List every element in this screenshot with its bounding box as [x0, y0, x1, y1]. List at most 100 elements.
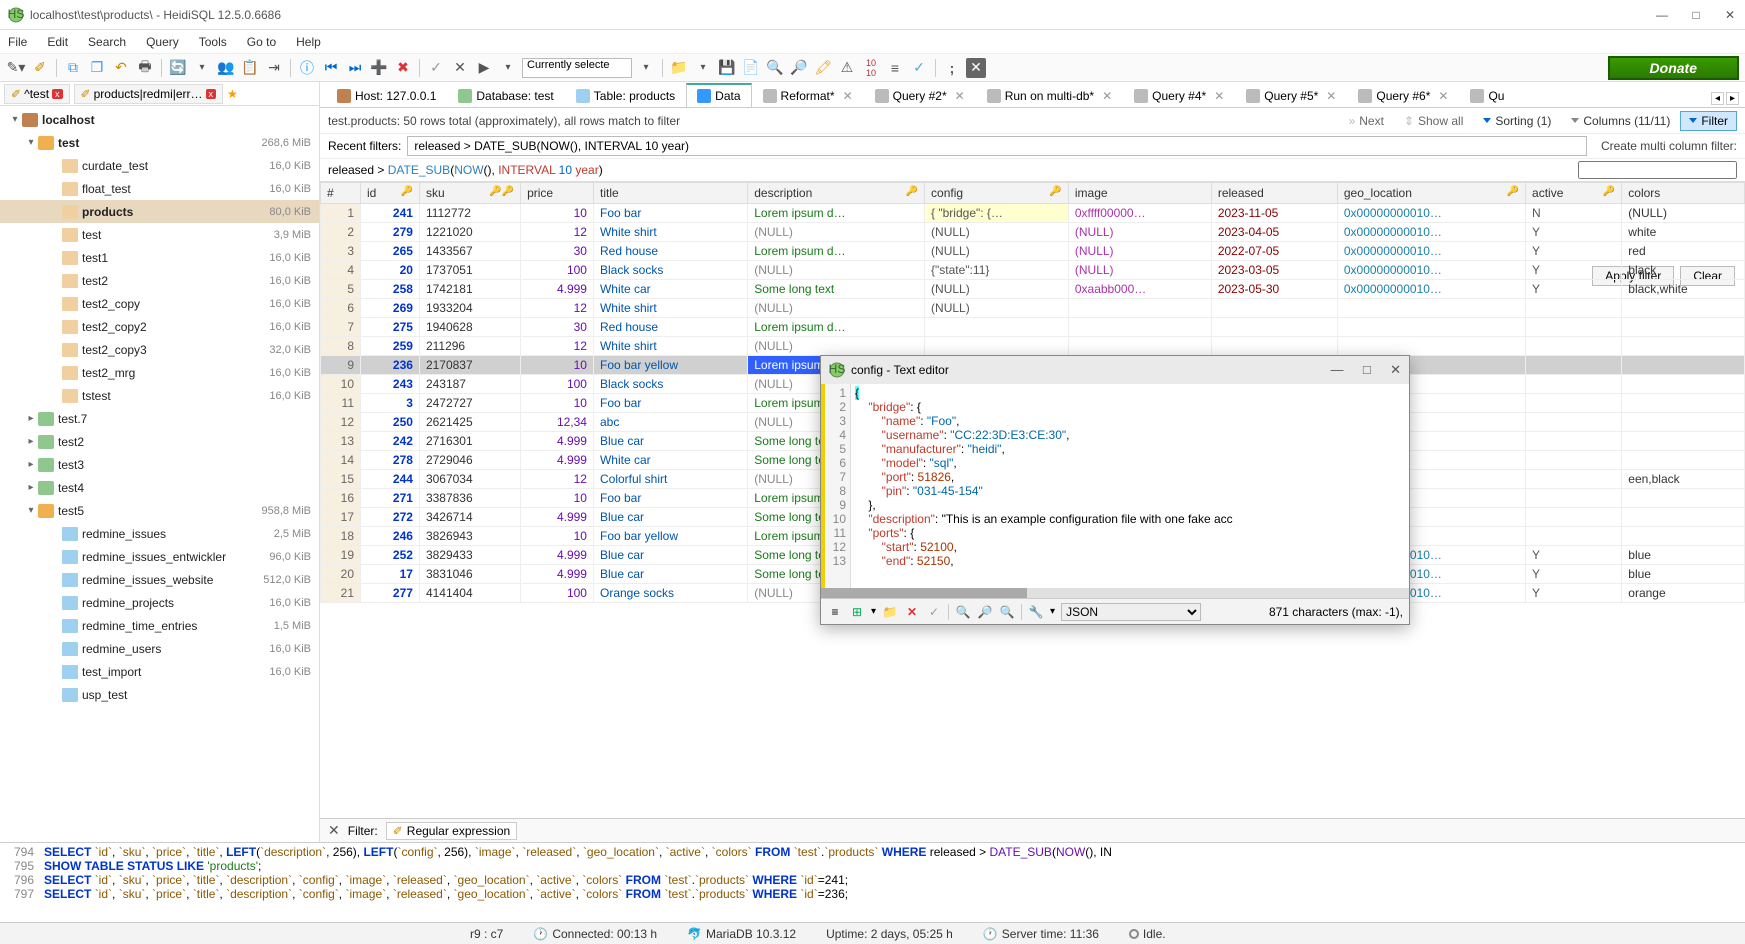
- column-header[interactable]: geo_location🔑: [1337, 183, 1525, 204]
- next-page-button[interactable]: »Next: [1349, 114, 1384, 128]
- zoom-reset-icon[interactable]: 🔎: [977, 605, 993, 619]
- tree-item[interactable]: redmine_users16,0 KiB: [0, 637, 319, 660]
- menu-search[interactable]: Search: [88, 35, 126, 49]
- db-tree[interactable]: ▾localhost▾test268,6 MiBcurdate_test16,0…: [0, 106, 319, 842]
- stop-icon[interactable]: ✕: [966, 58, 986, 78]
- column-header[interactable]: sku🔑🔑: [419, 183, 520, 204]
- format-icon[interactable]: ✓: [909, 58, 929, 78]
- maximize-button[interactable]: □: [1689, 8, 1703, 22]
- content-tab[interactable]: Database: test: [447, 84, 564, 107]
- export-icon[interactable]: ⇥: [264, 58, 284, 78]
- tree-item[interactable]: test2_copy216,0 KiB: [0, 315, 319, 338]
- delete-icon[interactable]: ✖: [393, 58, 413, 78]
- close-icon[interactable]: x: [206, 89, 217, 99]
- column-header[interactable]: #: [321, 183, 361, 204]
- run-target-combo[interactable]: Currently selecte: [522, 58, 632, 78]
- folder-dropdown[interactable]: ▾: [693, 58, 713, 78]
- menu-edit[interactable]: Edit: [47, 35, 68, 49]
- table-row[interactable]: 3 265 1433567 30 Red house Lorem ipsum d…: [321, 242, 1745, 261]
- close-icon[interactable]: ✕: [1102, 89, 1112, 103]
- tree-item[interactable]: test_import16,0 KiB: [0, 660, 319, 683]
- tree-item[interactable]: ▾test268,6 MiB: [0, 131, 319, 154]
- menu-help[interactable]: Help: [296, 35, 321, 49]
- tree-item[interactable]: redmine_issues_website512,0 KiB: [0, 568, 319, 591]
- tree-item[interactable]: ▸test4: [0, 476, 319, 499]
- next-icon[interactable]: ⏭: [345, 58, 365, 78]
- column-header[interactable]: config🔑: [925, 183, 1069, 204]
- format-select[interactable]: JSON: [1061, 603, 1201, 621]
- tree-item[interactable]: ▾test5958,8 MiB: [0, 499, 319, 522]
- find-icon[interactable]: 🔍: [765, 58, 785, 78]
- menu-go-to[interactable]: Go to: [247, 35, 276, 49]
- tree-item[interactable]: products80,0 KiB: [0, 200, 319, 223]
- snippet-icon[interactable]: 📄: [741, 58, 761, 78]
- table-row[interactable]: 4 20 1737051 100 Black socks (NULL) {"st…: [321, 261, 1745, 280]
- save-icon[interactable]: 💾: [717, 58, 737, 78]
- column-header[interactable]: description🔑: [748, 183, 925, 204]
- filter-dropdown[interactable]: Filter: [1680, 111, 1737, 131]
- table-row[interactable]: 2 279 1221020 12 White shirt (NULL) (NUL…: [321, 223, 1745, 242]
- menu-tools[interactable]: Tools: [199, 35, 227, 49]
- sorting-dropdown[interactable]: Sorting (1): [1483, 114, 1551, 128]
- wrench-icon[interactable]: 🔧: [1028, 605, 1044, 619]
- tree-item[interactable]: test2_copy332,0 KiB: [0, 338, 319, 361]
- content-tab[interactable]: Reformat*✕: [752, 84, 864, 107]
- columns-dropdown[interactable]: Columns (11/11): [1571, 114, 1670, 128]
- tree-item[interactable]: redmine_time_entries1,5 MiB: [0, 614, 319, 637]
- tree-item[interactable]: redmine_issues2,5 MiB: [0, 522, 319, 545]
- tree-item[interactable]: ▸test.7: [0, 407, 319, 430]
- star-icon[interactable]: ★: [227, 87, 238, 101]
- apply-editor-icon[interactable]: ✓: [926, 605, 942, 619]
- check-icon[interactable]: ✓: [426, 58, 446, 78]
- zoom-out-icon[interactable]: 🔍: [955, 605, 971, 619]
- table-row[interactable]: 1 241 1112772 10 Foo bar Lorem ipsum d… …: [321, 204, 1745, 223]
- popup-title-bar[interactable]: HS config - Text editor — □ ✕: [821, 356, 1409, 384]
- menu-file[interactable]: File: [8, 35, 27, 49]
- tree-item[interactable]: usp_test: [0, 683, 319, 706]
- regex-toggle[interactable]: ✐Regular expression: [386, 822, 517, 840]
- wrap-icon[interactable]: ≡: [827, 605, 843, 619]
- multi-column-input[interactable]: [1578, 161, 1737, 179]
- column-header[interactable]: price: [521, 183, 594, 204]
- table-row[interactable]: 8 259 211296 12 White shirt (NULL): [321, 337, 1745, 356]
- tab-scroll-left[interactable]: ◂: [1711, 92, 1724, 105]
- popup-hscrollbar[interactable]: [821, 588, 1409, 598]
- session-tab[interactable]: ✐ ^test x: [4, 84, 70, 104]
- tab-scroll-right[interactable]: ▸: [1726, 92, 1739, 105]
- pencil-icon[interactable]: ✐: [30, 58, 50, 78]
- content-tab[interactable]: Query #4*✕: [1123, 84, 1235, 107]
- add-icon[interactable]: ➕: [369, 58, 389, 78]
- tree-item[interactable]: test216,0 KiB: [0, 269, 319, 292]
- popup-minimize-button[interactable]: —: [1331, 362, 1344, 377]
- close-button[interactable]: ✕: [1723, 8, 1737, 22]
- tree-item[interactable]: redmine_projects16,0 KiB: [0, 591, 319, 614]
- popup-maximize-button[interactable]: □: [1363, 362, 1371, 377]
- tree-item[interactable]: test2_copy16,0 KiB: [0, 292, 319, 315]
- binary-icon[interactable]: 1010: [861, 58, 881, 78]
- run-dropdown-icon[interactable]: ▾: [498, 58, 518, 78]
- semicolon-icon[interactable]: ;: [942, 58, 962, 78]
- tree-item[interactable]: float_test16,0 KiB: [0, 177, 319, 200]
- user-manager-icon[interactable]: 👥: [216, 58, 236, 78]
- flush-icon[interactable]: 📋: [240, 58, 260, 78]
- close-icon[interactable]: ✕: [843, 89, 853, 103]
- tree-item[interactable]: redmine_issues_entwickler96,0 KiB: [0, 545, 319, 568]
- tree-item[interactable]: test2_mrg16,0 KiB: [0, 361, 319, 384]
- tree-item[interactable]: ▸test3: [0, 453, 319, 476]
- content-tab[interactable]: Table: products: [565, 84, 686, 107]
- close-icon[interactable]: x: [52, 89, 63, 99]
- copy-icon[interactable]: ❐: [87, 58, 107, 78]
- content-tab[interactable]: Query #6*✕: [1347, 84, 1459, 107]
- new-window-icon[interactable]: ⧉: [63, 58, 83, 78]
- column-header[interactable]: active🔑: [1526, 183, 1622, 204]
- table-row[interactable]: 6 269 1933204 12 White shirt (NULL) (NUL…: [321, 299, 1745, 318]
- tree-item[interactable]: test116,0 KiB: [0, 246, 319, 269]
- tree-item[interactable]: tstest16,0 KiB: [0, 384, 319, 407]
- content-tab[interactable]: Host: 127.0.0.1: [326, 84, 447, 107]
- popup-close-button[interactable]: ✕: [1390, 362, 1401, 377]
- content-tab[interactable]: Query #2*✕: [864, 84, 976, 107]
- tree-item[interactable]: ▸test2: [0, 430, 319, 453]
- refresh-dropdown-icon[interactable]: ▾: [192, 58, 212, 78]
- undo-icon[interactable]: ↶: [111, 58, 131, 78]
- minimize-button[interactable]: —: [1655, 8, 1669, 22]
